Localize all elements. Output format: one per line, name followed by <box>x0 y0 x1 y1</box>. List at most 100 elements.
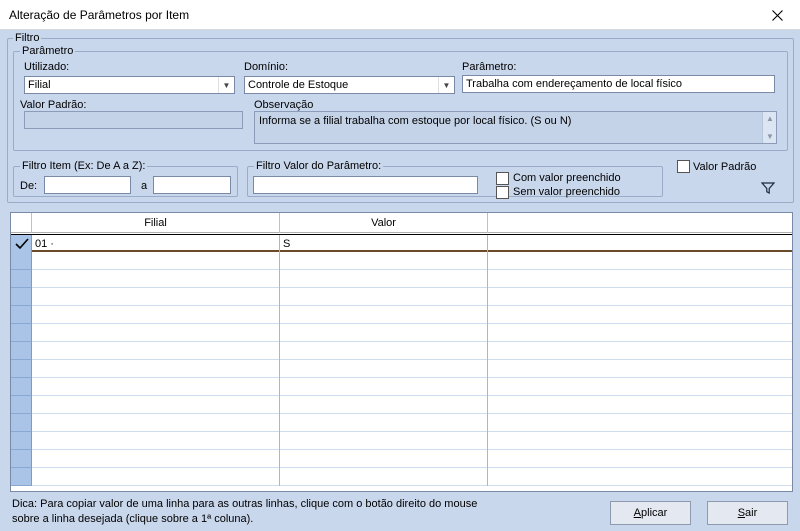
table-row[interactable] <box>11 342 792 360</box>
valor-padrao-field <box>24 111 243 129</box>
row-indicator[interactable] <box>11 306 32 324</box>
de-input[interactable] <box>44 176 131 194</box>
row-indicator[interactable] <box>11 378 32 396</box>
table-row-selected[interactable]: 01 · S <box>11 234 792 253</box>
cell-filial[interactable] <box>32 270 280 288</box>
sem-valor-label: Sem valor preenchido <box>513 186 621 198</box>
sem-valor-checkbox[interactable] <box>496 186 509 199</box>
grid-header-indicator <box>11 213 32 233</box>
filtro-item-legend: Filtro Item (Ex: De A a Z): <box>20 160 148 172</box>
hint-text: Dica: Para copiar valor de uma linha par… <box>12 497 482 527</box>
com-valor-checkbox[interactable] <box>496 172 509 185</box>
cell-filial[interactable] <box>32 378 280 396</box>
table-row[interactable] <box>11 252 792 270</box>
aplicar-label: plicar <box>641 507 668 519</box>
row-indicator[interactable] <box>11 324 32 342</box>
row-indicator[interactable] <box>11 414 32 432</box>
observacao-scrollbar[interactable]: ▲ ▼ <box>762 112 776 143</box>
cell-valor[interactable] <box>280 450 488 468</box>
com-valor-label: Com valor preenchido <box>513 172 621 184</box>
table-row[interactable] <box>11 288 792 306</box>
cell-filial[interactable] <box>32 306 280 324</box>
aplicar-button[interactable]: Aplicar <box>610 501 691 525</box>
row-indicator[interactable] <box>11 288 32 306</box>
row-indicator[interactable] <box>11 468 32 486</box>
row-indicator[interactable] <box>11 342 32 360</box>
cell-valor[interactable] <box>280 270 488 288</box>
parametro-label: Parâmetro: <box>462 61 517 73</box>
cell-filial[interactable]: 01 · <box>32 235 280 253</box>
cell-filial[interactable] <box>32 432 280 450</box>
table-row[interactable] <box>11 306 792 324</box>
parametro-legend: Parâmetro <box>20 45 76 57</box>
aplicar-accel: A <box>633 507 642 519</box>
cell-filial[interactable] <box>32 252 280 270</box>
cell-valor[interactable] <box>280 306 488 324</box>
dominio-value: Controle de Estoque <box>248 79 349 91</box>
table-row[interactable] <box>11 450 792 468</box>
filter-icon <box>760 182 776 194</box>
table-row[interactable] <box>11 324 792 342</box>
scroll-down-icon[interactable]: ▼ <box>763 132 777 141</box>
row-indicator[interactable] <box>11 360 32 378</box>
cell-valor[interactable] <box>280 342 488 360</box>
filtro-legend: Filtro <box>13 32 42 44</box>
row-indicator[interactable] <box>11 396 32 414</box>
a-input[interactable] <box>153 176 231 194</box>
table-row[interactable] <box>11 414 792 432</box>
sair-button[interactable]: Sair <box>707 501 788 525</box>
table-row[interactable] <box>11 432 792 450</box>
title-bar: Alteração de Parâmetros por Item <box>0 0 800 30</box>
close-icon <box>771 9 783 21</box>
cell-valor[interactable] <box>280 360 488 378</box>
row-indicator[interactable] <box>11 450 32 468</box>
chevron-down-icon[interactable]: ▼ <box>218 77 234 93</box>
a-label: a <box>141 180 148 192</box>
row-indicator[interactable] <box>11 432 32 450</box>
cell-filial[interactable] <box>32 414 280 432</box>
cell-valor[interactable] <box>280 432 488 450</box>
table-row[interactable] <box>11 378 792 396</box>
parametro-field[interactable]: Trabalha com endereçamento de local físi… <box>462 75 775 93</box>
cell-valor[interactable] <box>280 468 488 486</box>
cell-valor[interactable] <box>280 288 488 306</box>
row-indicator[interactable] <box>11 252 32 270</box>
parametro-value: Trabalha com endereçamento de local físi… <box>466 78 683 90</box>
cell-valor[interactable]: S <box>280 235 488 253</box>
cell-valor[interactable] <box>280 414 488 432</box>
grid-header: Filial Valor <box>11 213 792 233</box>
hint-line-1: Dica: Para copiar valor de uma linha par… <box>12 498 478 510</box>
filtro-valor-input[interactable] <box>253 176 478 194</box>
de-label: De: <box>20 180 38 192</box>
cell-filial[interactable] <box>32 360 280 378</box>
parametros-grid[interactable]: Filial Valor 01 · S <box>10 212 793 492</box>
cell-filial[interactable] <box>32 396 280 414</box>
dominio-label: Domínio: <box>244 61 289 73</box>
cell-filial[interactable] <box>32 468 280 486</box>
table-row[interactable] <box>11 468 792 486</box>
chevron-down-icon[interactable]: ▼ <box>438 77 454 93</box>
close-button[interactable] <box>754 0 800 30</box>
column-header-filial[interactable]: Filial <box>32 213 280 233</box>
utilizado-select[interactable]: Filial ▼ <box>24 76 235 94</box>
cell-valor[interactable] <box>280 252 488 270</box>
cell-filial[interactable] <box>32 450 280 468</box>
cell-filial[interactable] <box>32 324 280 342</box>
filter-button[interactable] <box>760 181 777 197</box>
utilizado-label: Utilizado: <box>24 61 70 73</box>
table-row[interactable] <box>11 270 792 288</box>
dominio-select[interactable]: Controle de Estoque ▼ <box>244 76 455 94</box>
cell-valor[interactable] <box>280 324 488 342</box>
column-header-valor[interactable]: Valor <box>280 213 488 233</box>
utilizado-value: Filial <box>28 79 51 91</box>
scroll-up-icon[interactable]: ▲ <box>763 114 777 123</box>
row-indicator[interactable] <box>11 270 32 288</box>
row-indicator-checkmark-icon[interactable] <box>11 235 32 253</box>
cell-valor[interactable] <box>280 396 488 414</box>
table-row[interactable] <box>11 396 792 414</box>
table-row[interactable] <box>11 360 792 378</box>
valor-padrao-checkbox[interactable] <box>677 160 690 173</box>
cell-filial[interactable] <box>32 342 280 360</box>
cell-valor[interactable] <box>280 378 488 396</box>
cell-filial[interactable] <box>32 288 280 306</box>
